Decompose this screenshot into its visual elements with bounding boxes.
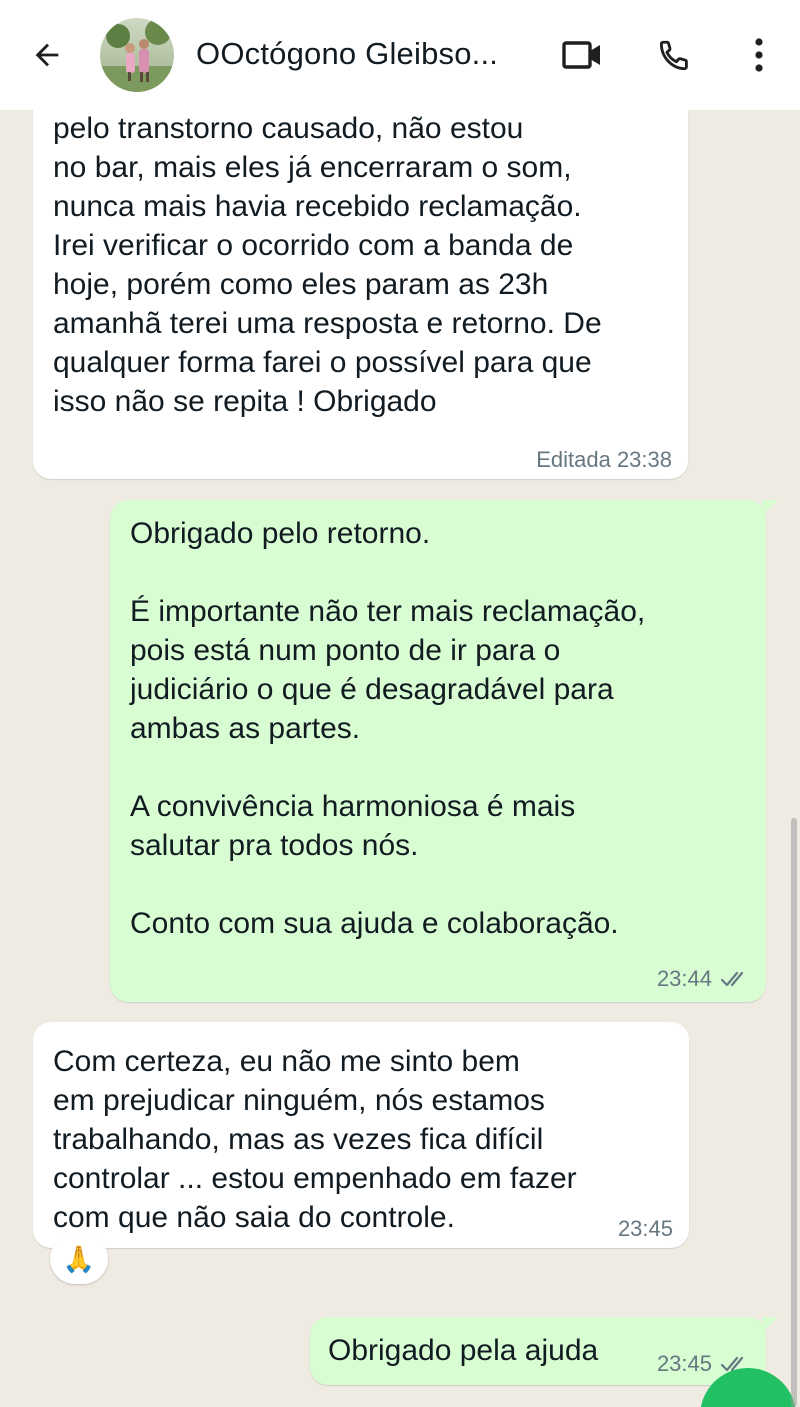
- message-reaction[interactable]: 🙏: [50, 1234, 108, 1284]
- phone-icon: [659, 40, 688, 71]
- message-time: 23:45: [617, 1216, 673, 1241]
- message-time: 23:44: [656, 966, 712, 991]
- scrollbar[interactable]: [791, 818, 797, 1407]
- more-vertical-icon: [755, 38, 763, 72]
- message-text: Com certeza, eu não me sinto bem em prej…: [53, 1045, 577, 1234]
- arrow-left-icon: [35, 43, 59, 67]
- avatar-photo: [100, 18, 174, 92]
- message-meta: 23:45: [618, 1216, 673, 1242]
- outgoing-message[interactable]: Obrigado pela ajuda 23:45: [310, 1317, 778, 1385]
- message-list[interactable]: Boa noite Dr Marcelo, peço desculpas pel…: [0, 110, 800, 1407]
- message-text: Obrigado pela ajuda: [328, 1334, 599, 1367]
- video-call-button[interactable]: [557, 30, 607, 80]
- bubble-tail: [762, 1317, 778, 1333]
- incoming-message[interactable]: Com certeza, eu não me sinto bem em prej…: [33, 1022, 689, 1248]
- bubble-tail: [762, 500, 778, 516]
- voice-call-button[interactable]: [650, 30, 700, 80]
- message-text: Obrigado pelo retorno. É importante não …: [130, 517, 646, 940]
- contact-name[interactable]: OOctógono Gleibso...: [196, 34, 546, 74]
- message-meta: 23:44: [657, 966, 750, 992]
- outgoing-message[interactable]: Obrigado pelo retorno. É importante não …: [110, 500, 778, 1002]
- contact-avatar[interactable]: [100, 18, 174, 92]
- folded-hands-emoji: 🙏: [62, 1244, 96, 1274]
- double-check-icon: [720, 971, 744, 987]
- incoming-message[interactable]: Boa noite Dr Marcelo, peço desculpas pel…: [33, 110, 688, 479]
- message-time: 23:45: [656, 1351, 712, 1376]
- video-camera-icon: [562, 41, 600, 69]
- message-text: Boa noite Dr Marcelo, peço desculpas pel…: [53, 112, 602, 418]
- more-options-button[interactable]: [734, 30, 784, 80]
- chat-header: OOctógono Gleibso...: [0, 0, 800, 110]
- message-time: Editada 23:38: [536, 447, 672, 472]
- back-button[interactable]: [22, 30, 72, 80]
- message-meta: Editada 23:38: [536, 447, 672, 473]
